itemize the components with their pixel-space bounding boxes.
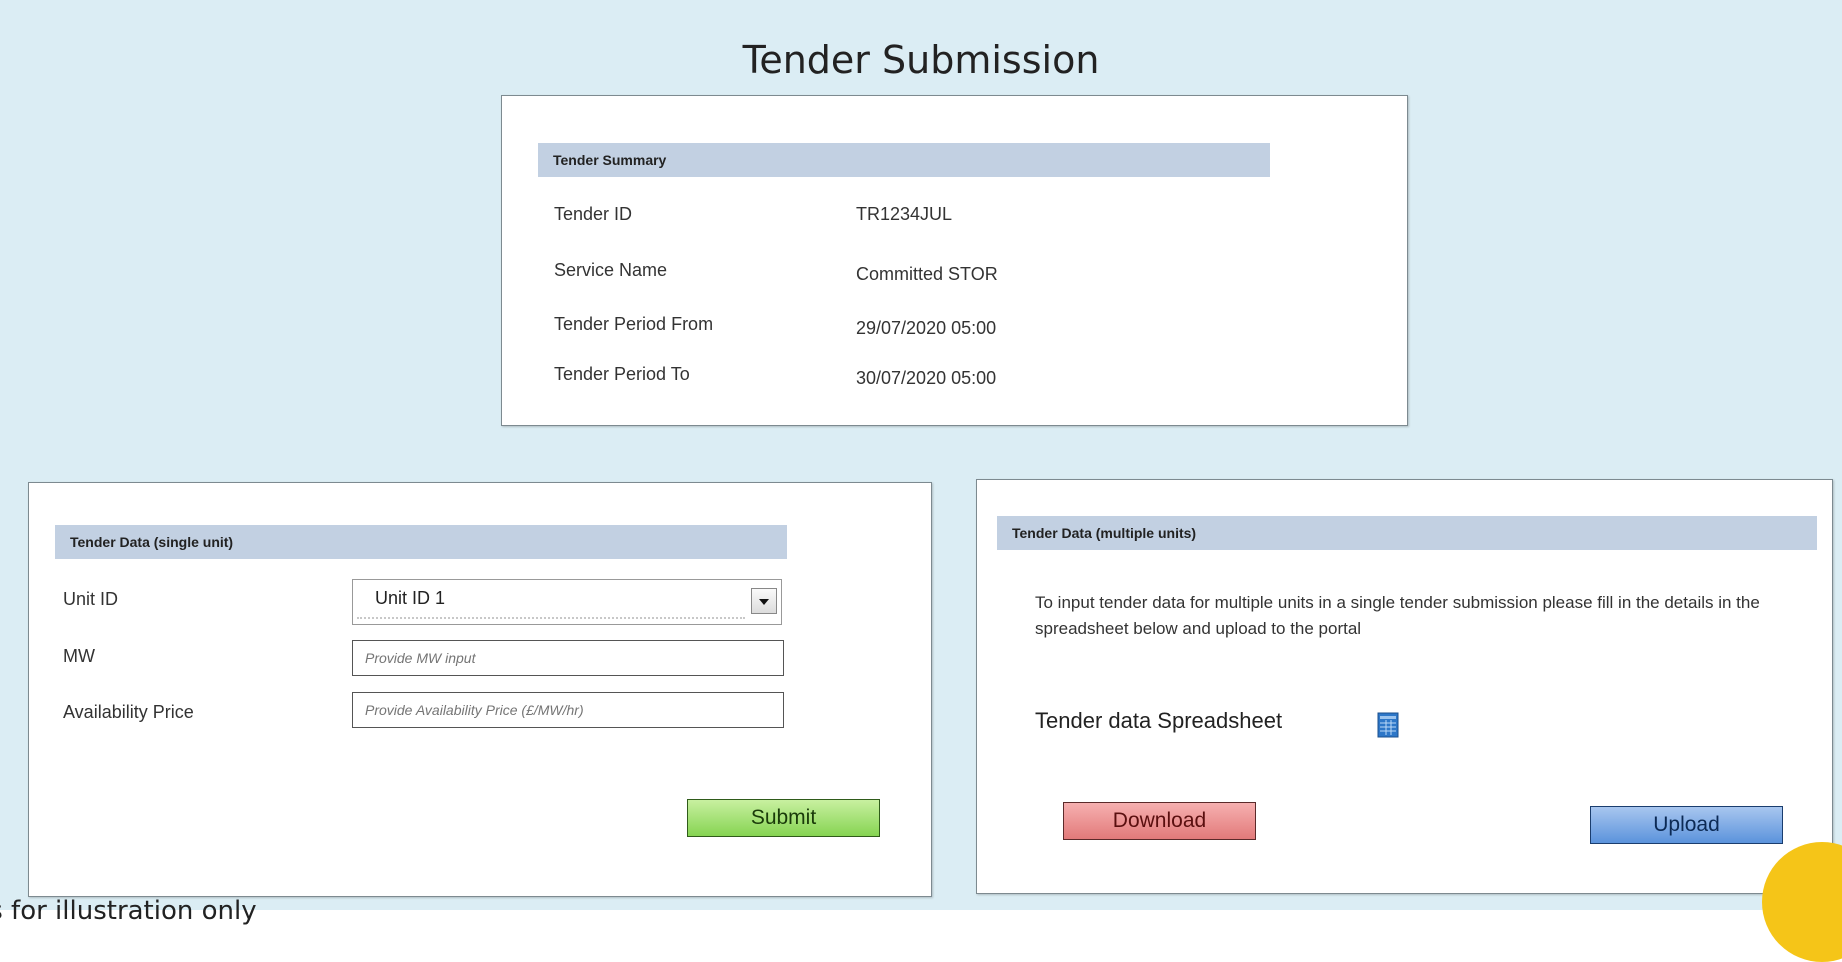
spreadsheet-label: Tender data Spreadsheet — [1035, 708, 1283, 733]
mw-input[interactable] — [352, 640, 784, 676]
single-unit-header: Tender Data (single unit) — [55, 525, 787, 559]
availability-price-input[interactable] — [352, 692, 784, 728]
multi-unit-instructions: To input tender data for multiple units … — [1035, 593, 1760, 638]
multi-unit-panel: Tender Data (multiple units) To input te… — [976, 479, 1833, 894]
tender-summary-header: Tender Summary — [538, 143, 1270, 177]
single-unit-panel: Tender Data (single unit) Unit ID Unit I… — [28, 482, 932, 897]
upload-button[interactable]: Upload — [1590, 806, 1783, 844]
service-name-label: Service Name — [554, 260, 668, 280]
select-underline — [357, 617, 745, 619]
illustration-disclaimer: is for illustration only — [0, 896, 257, 926]
page-background: Tender Submission Tender Summary Tender … — [0, 0, 1842, 962]
spreadsheet-icon[interactable] — [1377, 712, 1399, 738]
submit-button[interactable]: Submit — [687, 799, 880, 837]
service-name-value: Committed STOR — [856, 264, 998, 284]
tender-period-to-value: 30/07/2020 05:00 — [856, 368, 997, 388]
mw-label: MW — [63, 646, 95, 666]
tender-id-value: TR1234JUL — [856, 204, 953, 224]
tender-id-label: Tender ID — [554, 204, 633, 224]
availability-price-label: Availability Price — [63, 702, 194, 722]
tender-period-from-label: Tender Period From — [554, 314, 714, 334]
page-title: Tender Submission — [742, 38, 1100, 82]
unit-id-select[interactable]: Unit ID 1 — [352, 579, 782, 625]
unit-id-label: Unit ID — [63, 589, 119, 609]
tender-summary-panel: Tender Summary Tender ID TR1234JUL Servi… — [501, 95, 1408, 426]
unit-id-selected-value: Unit ID 1 — [375, 588, 446, 608]
chevron-down-icon[interactable] — [751, 588, 777, 614]
tender-period-from-value: 29/07/2020 05:00 — [856, 318, 997, 338]
tender-period-to-label: Tender Period To — [554, 364, 690, 384]
multi-unit-header: Tender Data (multiple units) — [997, 516, 1817, 550]
download-button[interactable]: Download — [1063, 802, 1256, 840]
